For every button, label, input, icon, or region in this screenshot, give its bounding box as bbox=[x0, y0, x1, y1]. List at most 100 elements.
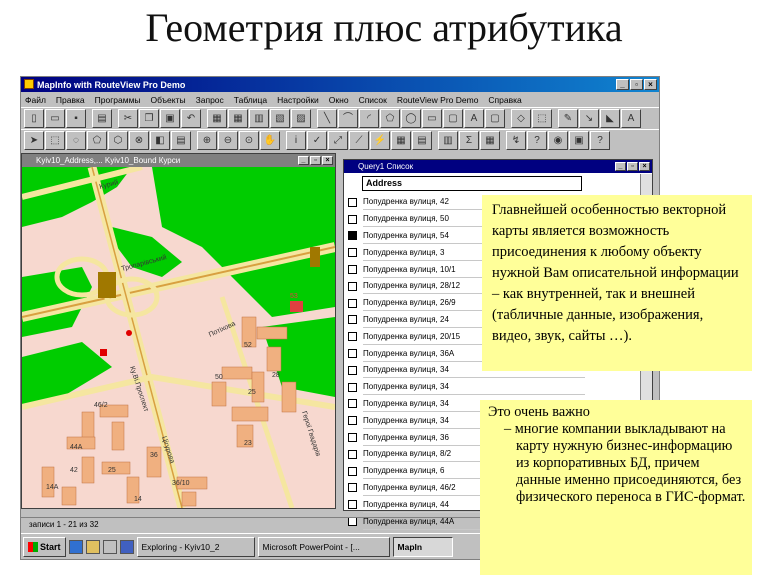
drag-window-icon[interactable]: ⤢ bbox=[328, 131, 348, 150]
row-select-checkbox[interactable] bbox=[348, 349, 357, 359]
list-close-button[interactable]: × bbox=[639, 162, 650, 171]
add-node-icon[interactable]: ⬚ bbox=[532, 109, 552, 128]
routing-icon[interactable]: ↯ bbox=[506, 131, 526, 150]
menu-file[interactable]: Файл bbox=[25, 95, 46, 105]
row-select-checkbox[interactable] bbox=[348, 248, 357, 258]
menu-programs[interactable]: Программы bbox=[95, 95, 141, 105]
list-maximize-button[interactable]: ▫ bbox=[627, 162, 638, 171]
close-button[interactable]: × bbox=[644, 79, 657, 90]
print-icon[interactable]: ▤ bbox=[92, 109, 112, 128]
row-select-checkbox[interactable] bbox=[348, 231, 357, 241]
ie-icon[interactable] bbox=[68, 539, 83, 554]
task-exploring[interactable]: Exploring - Kyiv10_2 bbox=[136, 536, 255, 557]
new-mapper-icon[interactable]: ▦ bbox=[228, 109, 248, 128]
route-help2-icon[interactable]: ? bbox=[590, 131, 610, 150]
text-icon[interactable]: A bbox=[464, 109, 484, 128]
marquee-select-icon[interactable]: ⬚ bbox=[45, 131, 65, 150]
start-button[interactable]: Start bbox=[23, 536, 66, 557]
row-select-checkbox[interactable] bbox=[348, 382, 357, 392]
row-select-checkbox[interactable] bbox=[348, 399, 357, 409]
row-select-checkbox[interactable] bbox=[348, 433, 357, 443]
layer-control-icon[interactable]: ▦ bbox=[391, 131, 411, 150]
rounded-rect-icon[interactable]: ▢ bbox=[443, 109, 463, 128]
region-style-icon[interactable]: ◣ bbox=[600, 109, 620, 128]
row-select-checkbox[interactable] bbox=[348, 500, 357, 510]
copy-icon[interactable]: ❐ bbox=[139, 109, 159, 128]
row-select-checkbox[interactable] bbox=[348, 466, 357, 476]
unselect-icon[interactable]: ⊗ bbox=[129, 131, 149, 150]
route-book-icon[interactable]: ▣ bbox=[569, 131, 589, 150]
route-icon[interactable]: ✎ bbox=[558, 109, 578, 128]
graph-select-icon[interactable]: ▤ bbox=[171, 131, 191, 150]
task-powerpoint[interactable]: Microsoft PowerPoint - [... bbox=[257, 536, 390, 557]
desktop-icon[interactable] bbox=[85, 539, 100, 554]
open-icon[interactable]: ▭ bbox=[45, 109, 65, 128]
polyline-icon[interactable]: ⌒ bbox=[338, 109, 358, 128]
minimize-button[interactable]: _ bbox=[616, 79, 629, 90]
menu-settings[interactable]: Настройки bbox=[277, 95, 319, 105]
maximize-button[interactable]: ▫ bbox=[630, 79, 643, 90]
row-select-checkbox[interactable] bbox=[348, 265, 357, 275]
map-minimize-button[interactable]: _ bbox=[298, 156, 309, 165]
menu-routeview[interactable]: RouteView Pro Demo bbox=[397, 95, 479, 105]
row-select-checkbox[interactable] bbox=[348, 214, 357, 224]
menu-help[interactable]: Справка bbox=[488, 95, 521, 105]
redistrict-icon[interactable]: ▨ bbox=[291, 109, 311, 128]
new-layout-icon[interactable]: ▧ bbox=[270, 109, 290, 128]
menu-query[interactable]: Запрос bbox=[196, 95, 224, 105]
list-item[interactable]: Попудренка вулиця, 34 bbox=[348, 379, 588, 396]
info-icon[interactable]: i bbox=[286, 131, 306, 150]
menu-objects[interactable]: Объекты bbox=[151, 95, 186, 105]
save-icon[interactable]: ▪ bbox=[66, 109, 86, 128]
zoom-in-icon[interactable]: ⊕ bbox=[197, 131, 217, 150]
symbol-style-icon[interactable]: ↘ bbox=[579, 109, 599, 128]
address-column-header[interactable]: Address bbox=[362, 176, 582, 191]
ruler-icon[interactable]: ⟋ bbox=[349, 131, 369, 150]
row-select-checkbox[interactable] bbox=[348, 315, 357, 325]
sum-icon[interactable]: Σ bbox=[459, 131, 479, 150]
task-mapinfo[interactable]: MapIn bbox=[392, 536, 453, 557]
menu-edit[interactable]: Правка bbox=[56, 95, 85, 105]
map-maximize-button[interactable]: ▫ bbox=[310, 156, 321, 165]
invert-selection-icon[interactable]: ◧ bbox=[150, 131, 170, 150]
map-point[interactable] bbox=[126, 330, 132, 336]
row-select-checkbox[interactable] bbox=[348, 449, 357, 459]
row-select-checkbox[interactable] bbox=[348, 281, 357, 291]
cut-icon[interactable]: ✂ bbox=[118, 109, 138, 128]
polygon-icon[interactable]: ⬠ bbox=[380, 109, 400, 128]
text-style-icon[interactable]: A bbox=[621, 109, 641, 128]
row-select-checkbox[interactable] bbox=[348, 483, 357, 493]
frame-icon[interactable]: ▢ bbox=[485, 109, 505, 128]
statistics-icon[interactable]: ▥ bbox=[438, 131, 458, 150]
map-marker[interactable] bbox=[100, 349, 107, 356]
route-globe-icon[interactable]: ◉ bbox=[548, 131, 568, 150]
menu-window[interactable]: Окно bbox=[329, 95, 349, 105]
new-grapher-icon[interactable]: ▥ bbox=[249, 109, 269, 128]
row-select-checkbox[interactable] bbox=[348, 298, 357, 308]
route-help-icon[interactable]: ? bbox=[527, 131, 547, 150]
reshape-icon[interactable]: ◇ bbox=[511, 109, 531, 128]
map-canvas[interactable]: Курий Тропарівський Потіхова Ку.Ві.Просп… bbox=[22, 167, 335, 508]
ellipse-icon[interactable]: ◯ bbox=[401, 109, 421, 128]
select-arrow-icon[interactable]: ➤ bbox=[24, 131, 44, 150]
legend-icon[interactable]: ▤ bbox=[412, 131, 432, 150]
new-browser-icon[interactable]: ▦ bbox=[207, 109, 227, 128]
channels-icon[interactable] bbox=[119, 539, 134, 554]
zoom-out-icon[interactable]: ⊖ bbox=[218, 131, 238, 150]
new-icon[interactable]: ▯ bbox=[24, 109, 44, 128]
selected-building[interactable] bbox=[290, 301, 303, 312]
menu-table[interactable]: Таблица bbox=[234, 95, 267, 105]
boundary-select-icon[interactable]: ⬡ bbox=[108, 131, 128, 150]
line-icon[interactable]: ╲ bbox=[317, 109, 337, 128]
polygon-select-icon[interactable]: ⬠ bbox=[87, 131, 107, 150]
clip-region-icon[interactable]: ▦ bbox=[480, 131, 500, 150]
outlook-icon[interactable] bbox=[102, 539, 117, 554]
paste-icon[interactable]: ▣ bbox=[160, 109, 180, 128]
row-select-checkbox[interactable] bbox=[348, 365, 357, 375]
rectangle-icon[interactable]: ▭ bbox=[422, 109, 442, 128]
label-icon[interactable]: ✓ bbox=[307, 131, 327, 150]
arc-icon[interactable]: ◜ bbox=[359, 109, 379, 128]
row-select-checkbox[interactable] bbox=[348, 332, 357, 342]
map-close-button[interactable]: × bbox=[322, 156, 333, 165]
hotlink-icon[interactable]: ⚡ bbox=[370, 131, 390, 150]
